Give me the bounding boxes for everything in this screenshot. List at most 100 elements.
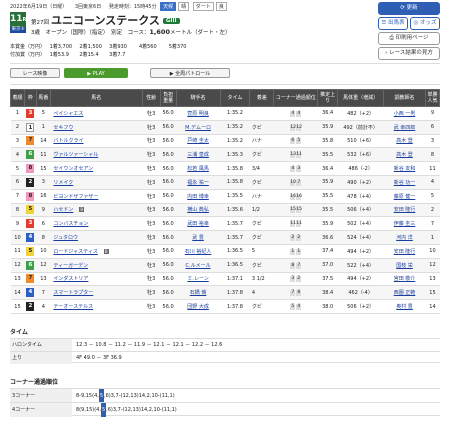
blinker-badge: B — [79, 207, 85, 213]
jockey-link[interactable]: C.ルメール — [176, 258, 220, 273]
trainer-link[interactable]: 高木 登 — [383, 147, 426, 163]
print-button[interactable]: ⎙ 印刷用ページ — [378, 32, 440, 45]
table-row: 4 6 11 ヴァルツァーシャル 牡3 56.0 三浦 皇成 1:35.3 クビ 1311 35.5… — [10, 147, 440, 163]
weight-carried: 56.0 — [160, 299, 177, 314]
horse-name-link[interactable]: スマートラプター — [50, 285, 143, 301]
waku-badge: 8 — [26, 164, 35, 174]
waku-cell: 3 — [24, 216, 37, 232]
jockey-link[interactable]: 武田 裕幸 — [176, 216, 220, 232]
horse-number: 6 — [36, 216, 51, 232]
horse-number: 15 — [36, 161, 51, 176]
margin: クビ — [249, 175, 274, 190]
body-weight: 482（+2） — [337, 106, 384, 121]
jockey-link[interactable]: 松若 風馬 — [176, 161, 220, 176]
horse-name-link[interactable]: テーオーステルス — [50, 299, 143, 314]
corner-positions: 32 — [273, 272, 318, 287]
horse-name-link[interactable]: リメイク — [50, 175, 143, 190]
table-row: 7 8 16 ビヨンドザファザー 牡3 56.0 内田 博幸 1:35.5 ハナ 1616 35.5… — [10, 189, 440, 204]
trainer-link[interactable]: 武 幸四郎 — [383, 120, 426, 135]
sex-age: 牡3 — [142, 189, 161, 204]
entries-button[interactable]: ☰ 出馬表 — [378, 17, 408, 30]
popularity: 2 — [425, 203, 440, 218]
trainer-link[interactable]: 国枝 栄 — [383, 258, 426, 273]
trainer-link[interactable]: 奥村 豊 — [383, 299, 426, 314]
jockey-link[interactable]: M.デムーロ — [176, 120, 220, 135]
race-conditions: 3歳 オープン（国際）（指定） 別定 コース：1,600メートル（ダート・左） — [31, 28, 230, 36]
horse-name-link[interactable]: セイウンオセアン — [50, 161, 143, 176]
trainer-link[interactable]: 安田 隆行 — [383, 244, 426, 259]
race-number: 11R — [10, 12, 26, 27]
finish-position: 4 — [10, 147, 25, 163]
margin: クビ — [249, 230, 274, 245]
jockey-link[interactable]: 戸崎 圭太 — [176, 134, 220, 149]
trainer-link[interactable]: 西園 正範 — [383, 285, 426, 301]
waku-badge: 4 — [26, 288, 35, 298]
jockey-link[interactable]: 団野 大成 — [176, 299, 220, 314]
horse-name-link[interactable]: ビヨンドザファザー — [50, 189, 143, 204]
waku-badge: 5 — [26, 205, 35, 215]
horse-name-link[interactable]: ハセドン B — [50, 203, 143, 218]
corner-positions: 87 — [273, 258, 318, 273]
update-button[interactable]: ⟳ 更新 — [378, 2, 440, 15]
waku-badge: 3 — [26, 108, 35, 118]
jockey-link[interactable]: 武 豊 — [176, 230, 220, 245]
horse-number: 8 — [36, 230, 51, 245]
margin: 4 — [249, 285, 274, 301]
jockey-link[interactable]: 内田 博幸 — [176, 189, 220, 204]
trainer-link[interactable]: 新谷 友和 — [383, 161, 426, 176]
finish-time: 1:35.2 — [220, 120, 250, 135]
horse-name-link[interactable]: ペイシャエス — [50, 106, 143, 121]
popularity: 10 — [425, 244, 440, 259]
trainer-link[interactable]: 藤原 健一 — [383, 189, 426, 204]
corner4-value: 8(9,15)(4,5,6)3,7-(12,13)14,2,10-(11,1) — [76, 403, 177, 417]
horse-name-link[interactable]: ティーガーデン — [50, 258, 143, 273]
table-row: 3 7 14 バトルクライ 牡3 56.0 戸崎 圭太 1:35.2 ハナ 6 5 35.8 510（+… — [10, 134, 440, 149]
horse-name-link[interactable]: バトルクライ — [50, 134, 143, 149]
trainer-link[interactable]: 河内 洋 — [383, 230, 426, 245]
table-row: 2 1 1 セキフウ 牡3 56.0 M.デムーロ 1:35.2 クビ 1212 35.9 492（前… — [10, 120, 440, 135]
horse-name-link[interactable]: ヴァルツァーシャル — [50, 147, 143, 163]
body-weight: 492（前計不） — [337, 120, 384, 135]
last-3f: 36.6 — [317, 230, 338, 245]
waku-cell: 5 — [24, 244, 37, 259]
play-button[interactable]: ▶ PLAY — [64, 68, 128, 78]
results-howto-button[interactable]: › レース結果の見方 — [378, 47, 440, 60]
body-weight: 490（+2） — [337, 175, 384, 190]
table-header-row: 着順 枠 馬番 馬名 性齢 負担重量 騎手名 タイム 着差 コーナー通過順位 推… — [10, 89, 441, 107]
col-header: 調教師名 — [383, 89, 426, 107]
trainer-link[interactable]: 伊藤 圭三 — [383, 216, 426, 232]
corner-positions: 1111 — [273, 216, 318, 232]
body-weight: 502（+4） — [337, 216, 384, 232]
sex-age: 牡3 — [142, 203, 161, 218]
jockey-link[interactable]: 菅原 明良 — [176, 106, 220, 121]
jockey-link[interactable]: 石橋 脩 — [176, 285, 220, 301]
finish-time: 1:37.8 — [220, 285, 250, 301]
waku-cell: 8 — [24, 161, 37, 176]
patrol-button[interactable]: ▶ 全周パトロール — [150, 68, 230, 78]
corner3-label: 3コーナー — [10, 389, 72, 403]
horse-name-link[interactable]: インダストリア — [50, 272, 143, 287]
odds-button[interactable]: ◎ オッズ — [410, 17, 440, 30]
horse-name-link[interactable]: コンバスチョン — [50, 216, 143, 232]
trainer-link[interactable]: 安田 隆行 — [383, 203, 426, 218]
trainer-link[interactable]: 新谷 功一 — [383, 175, 426, 190]
sex-age: 牡3 — [142, 120, 161, 135]
jockey-link[interactable]: 福永 祐一 — [176, 175, 220, 190]
popularity: 6 — [425, 120, 440, 135]
trainer-link[interactable]: 小西 一男 — [383, 106, 426, 121]
jockey-link[interactable]: ミ.レーン — [176, 272, 220, 287]
trainer-link[interactable]: 宮田 敬介 — [383, 272, 426, 287]
corners-title: コーナー通過順位 — [10, 379, 59, 386]
horse-name-link[interactable]: セキフウ — [50, 120, 143, 135]
finish-position: 13 — [10, 272, 25, 287]
jockey-link[interactable]: 横山 典弘 — [176, 203, 220, 218]
trainer-link[interactable]: 高木 登 — [383, 134, 426, 149]
horse-name-link[interactable]: ジュタロウ — [50, 230, 143, 245]
jockey-link[interactable]: 三浦 皇成 — [176, 147, 220, 163]
race-date: 2022年6月19日（日曜） — [10, 4, 68, 10]
finish-time: 1:35.3 — [220, 147, 250, 163]
body-weight: 522（+4） — [337, 258, 384, 273]
col-header: 推定上り — [317, 89, 339, 107]
jockey-link[interactable]: 石川 裕紀人 — [176, 244, 220, 259]
horse-name-link[interactable]: ロードジャスティス B — [50, 244, 143, 259]
